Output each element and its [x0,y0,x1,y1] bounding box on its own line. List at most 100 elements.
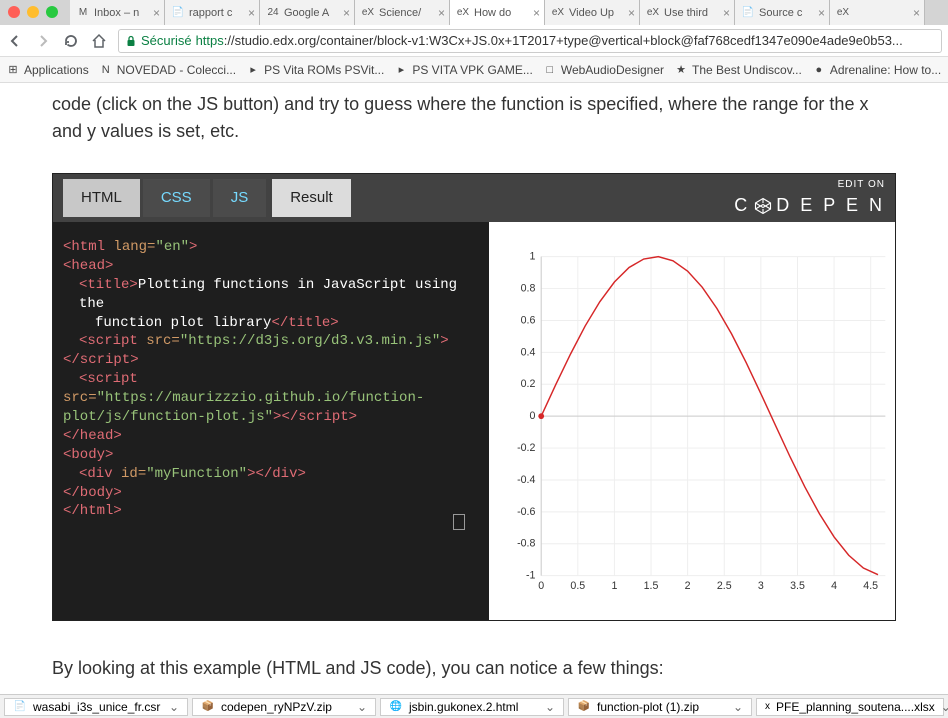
browser-tab[interactable]: eXVideo Up× [545,0,640,25]
tab-close-icon[interactable]: × [818,6,825,20]
chevron-down-icon[interactable]: ⌄ [733,700,743,714]
chevron-down-icon[interactable]: ⌄ [941,700,948,714]
tab-close-icon[interactable]: × [248,6,255,20]
svg-text:-1: -1 [526,570,536,582]
browser-tab[interactable]: eXHow do× [450,0,545,25]
file-icon: x [765,700,770,714]
codepen-icon [754,197,772,215]
tab-close-icon[interactable]: × [913,6,920,20]
chevron-down-icon[interactable]: ⌄ [169,700,179,714]
codepen-body: <html lang="en"><head><title>Plotting fu… [53,222,895,620]
favicon-icon: eX [361,6,375,20]
browser-tab[interactable]: 📄 rapport c× [165,0,260,25]
minimize-window-icon[interactable] [27,6,39,18]
download-label: PFE_planning_soutena....xlsx [776,700,935,714]
code-panel[interactable]: <html lang="en"><head><title>Plotting fu… [53,222,489,620]
tab-label: Science/ [379,7,436,19]
svg-text:1: 1 [611,580,617,592]
svg-text:-0.6: -0.6 [517,506,535,518]
svg-text:-0.4: -0.4 [517,474,535,486]
browser-tab[interactable]: 24Google A× [260,0,355,25]
browser-tab[interactable]: eX Science/× [355,0,450,25]
download-item[interactable]: 🌐jsbin.gukonex.2.html⌄ [380,698,564,716]
code-line: <title>Plotting functions in JavaScript … [63,276,479,314]
tab-close-icon[interactable]: × [153,6,160,20]
tab-html[interactable]: HTML [63,179,140,218]
chevron-down-icon[interactable]: ⌄ [357,700,367,714]
svg-text:1.5: 1.5 [644,580,659,592]
tab-close-icon[interactable]: × [533,6,540,20]
codepen-logo[interactable]: EDIT ON C D E P E N [734,177,885,219]
code-line: plot/js/function-plot.js"></script> [63,408,479,427]
bookmark-label: NOVEDAD - Colecci... [117,63,236,77]
tab-css[interactable]: CSS [143,179,210,218]
tab-close-icon[interactable]: × [343,6,350,20]
bookmark-label: PS Vita ROMs PSVit... [264,63,384,77]
tab-result[interactable]: Result [272,179,351,218]
browser-tab[interactable]: eXUse third× [640,0,735,25]
bookmark-icon: ● [812,63,826,77]
favicon-icon: eX [646,6,660,20]
bookmark-item[interactable]: ▸PS VITA VPK GAME... [394,63,532,77]
text-cursor [453,514,465,530]
tab-label: rapport c [189,7,246,19]
lock-icon [125,35,137,47]
file-icon: 📄 [13,700,27,714]
tab-close-icon[interactable]: × [723,6,730,20]
code-line: </html> [63,502,479,521]
download-item[interactable]: 📦function-plot (1).zip⌄ [568,698,752,716]
code-line: <body> [63,446,479,465]
favicon-icon: eX [836,6,850,20]
close-window-icon[interactable] [8,6,20,18]
address-bar[interactable]: Sécurisé https://studio.edx.org/containe… [118,29,942,53]
result-panel: 00.511.522.533.544.5-1-0.8-0.6-0.4-0.200… [489,222,895,620]
svg-text:0.5: 0.5 [570,580,585,592]
secure-label: Sécurisé [141,33,192,48]
code-line: </head> [63,427,479,446]
downloads-bar: 📄wasabi_i3s_unice_fr.csr⌄📦codepen_ryNPzV… [0,694,948,718]
bookmark-icon: N [99,63,113,77]
tab-close-icon[interactable]: × [628,6,635,20]
bookmark-item[interactable]: ▸PS Vita ROMs PSVit... [246,63,384,77]
reload-button[interactable] [62,32,80,50]
bookmark-label: WebAudioDesigner [561,63,664,77]
bookmark-item[interactable]: □WebAudioDesigner [543,63,664,77]
codepen-tabs: HTML CSS JS Result [63,179,351,218]
code-line: <script [63,370,479,389]
browser-tab-strip: MInbox – n×📄rapport c×24Google A×eXScien… [0,0,948,25]
favicon-icon: 📄 [171,6,185,20]
tab-js[interactable]: JS [213,179,267,218]
bookmark-item[interactable]: N NOVEDAD - Colecci... [99,63,236,77]
bookmark-label: Adrenaline: How to... [830,63,941,77]
download-item[interactable]: 📦codepen_ryNPzV.zip⌄ [192,698,376,716]
bookmark-label: PS VITA VPK GAME... [412,63,532,77]
chevron-down-icon[interactable]: ⌄ [545,700,555,714]
browser-tab[interactable]: 📄Source c× [735,0,830,25]
bookmark-item[interactable]: ⊞Applications [6,63,89,77]
download-item[interactable]: xPFE_planning_soutena....xlsx⌄ [756,698,944,716]
bookmark-item[interactable]: ★The Best Undiscov... [674,63,802,77]
maximize-window-icon[interactable] [46,6,58,18]
back-button[interactable] [6,32,24,50]
svg-text:0.6: 0.6 [521,314,536,326]
bookmark-label: Applications [24,63,89,77]
favicon-icon: 24 [266,6,280,20]
code-line: <html lang="en"> [63,238,479,257]
codepen-embed: HTML CSS JS Result EDIT ON C D E P E N <… [52,173,896,621]
function-plot-chart[interactable]: 00.511.522.533.544.5-1-0.8-0.6-0.4-0.200… [489,222,895,620]
forward-button[interactable] [34,32,52,50]
home-button[interactable] [90,32,108,50]
download-label: jsbin.gukonex.2.html [409,700,518,714]
bookmark-label: The Best Undiscov... [692,63,802,77]
svg-text:4.5: 4.5 [863,580,878,592]
tab-close-icon[interactable]: × [438,6,445,20]
svg-text:-0.8: -0.8 [517,538,535,550]
browser-tab[interactable]: MInbox – n× [70,0,165,25]
svg-text:2: 2 [685,580,691,592]
svg-text:0.4: 0.4 [521,346,536,358]
paragraph-intro: code (click on the JS button) and try to… [52,91,896,145]
svg-text:0.8: 0.8 [521,282,536,294]
bookmark-item[interactable]: ● Adrenaline: How to... [812,63,941,77]
download-item[interactable]: 📄wasabi_i3s_unice_fr.csr⌄ [4,698,188,716]
browser-tab[interactable]: eX × [830,0,925,25]
